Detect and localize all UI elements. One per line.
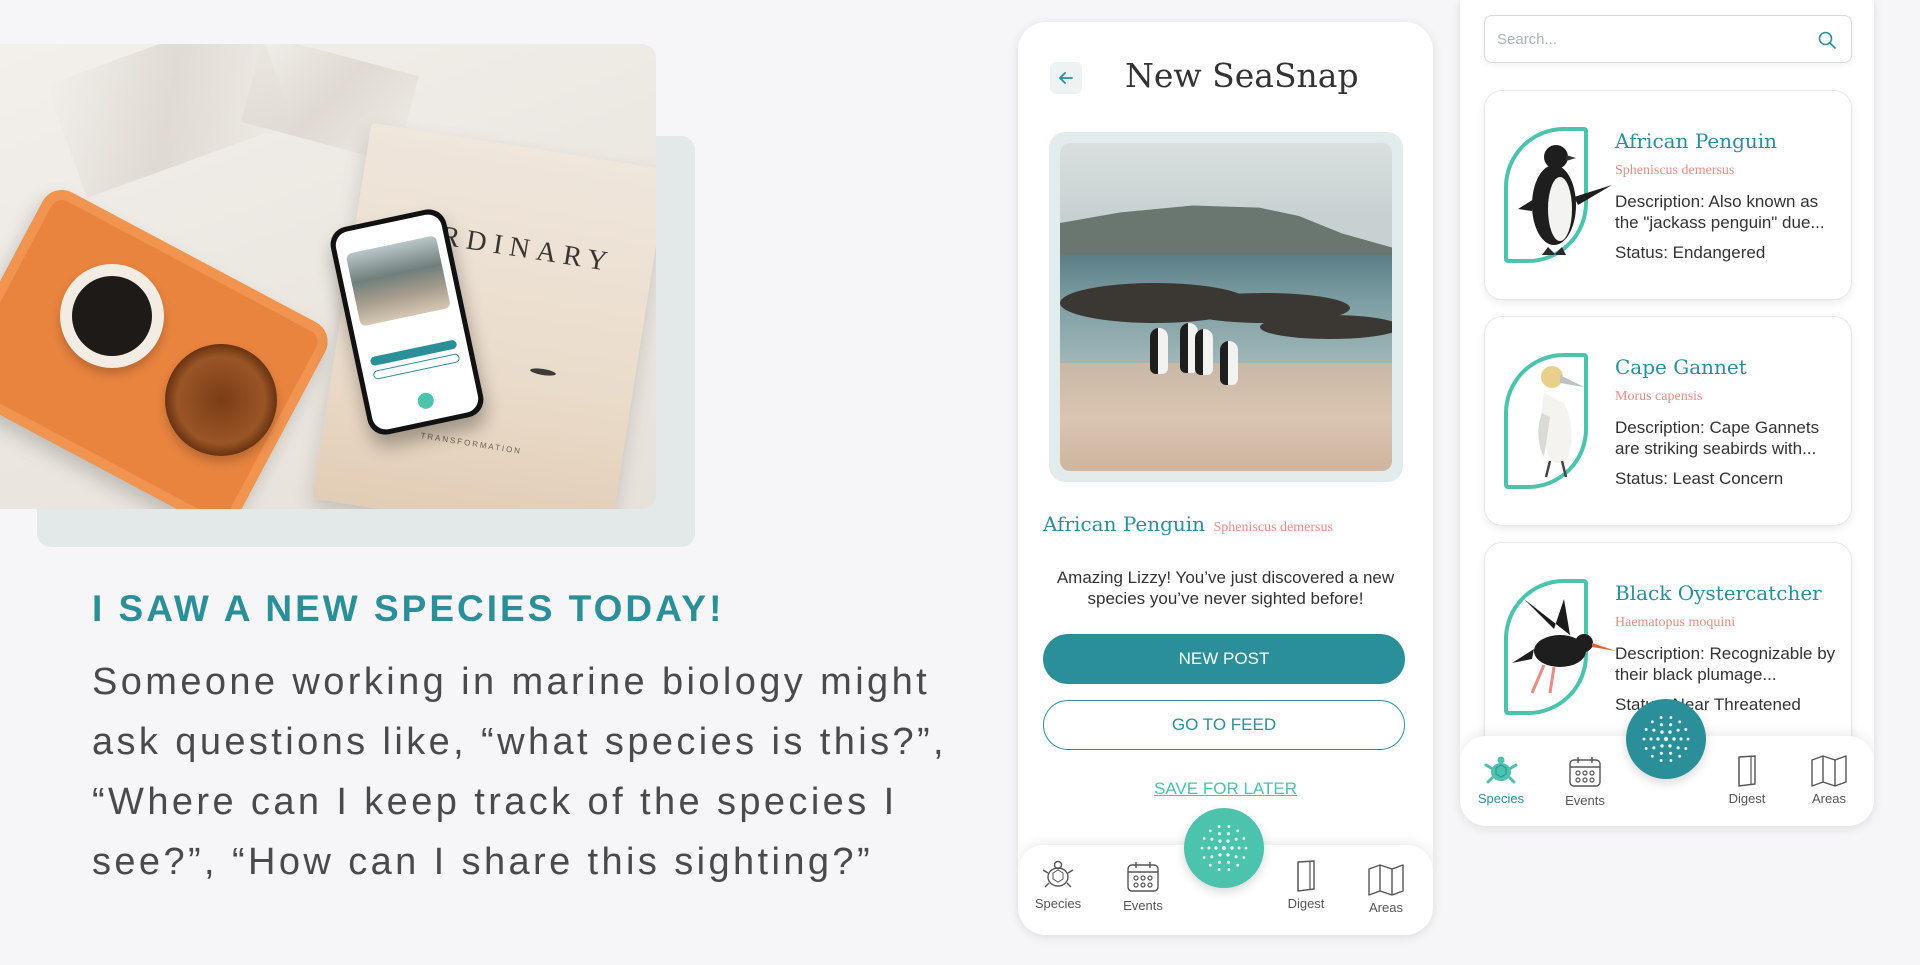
nav-species[interactable]: Species [1023, 859, 1093, 911]
species-image-frame [1504, 353, 1588, 489]
turtle-icon [1042, 860, 1074, 888]
species-card[interactable]: African Penguin Spheniscus demersus Desc… [1484, 90, 1852, 300]
map-icon [1368, 864, 1404, 896]
species-image-frame [1504, 127, 1612, 263]
lifestyle-photo: RDINARY TRANSFORMATION [0, 44, 656, 509]
phone-species-list-screen: Search... African Penguin Spheniscus dem… [1460, 0, 1874, 826]
go-to-feed-button[interactable]: GO TO FEED [1043, 700, 1405, 750]
nav-events[interactable]: Events [1550, 754, 1620, 808]
headline: I SAW A NEW SPECIES TODAY! [92, 588, 725, 629]
penguin-beach-photo [1060, 143, 1392, 471]
body-text: Someone working in marine biology might … [92, 661, 948, 883]
nav-digest-label: Digest [1287, 896, 1325, 911]
calendar-icon [1569, 757, 1601, 787]
page-title: New SeaSnap [1125, 56, 1359, 95]
card-species-name: Black Oystercatcher [1615, 581, 1822, 605]
sighting-photo-frame [1049, 132, 1403, 482]
search-input[interactable]: Search... [1497, 31, 1557, 48]
nav-species-label: Species [1034, 896, 1082, 911]
nav-digest[interactable]: Digest [1712, 754, 1782, 806]
search-bar[interactable]: Search... [1484, 15, 1852, 63]
black-oystercatcher-image [1512, 599, 1616, 694]
card-species-name: Cape Gannet [1615, 355, 1747, 379]
card-description: Description: Also known as the "jackass … [1615, 192, 1825, 232]
nav-events-label: Events [1565, 793, 1605, 808]
card-species-name: African Penguin [1615, 129, 1778, 153]
phone-new-seasnap-screen: New SeaSnap African Penguin Spheniscus d… [1018, 22, 1433, 935]
card-scientific-name: Spheniscus demersus [1615, 163, 1735, 178]
nav-species-label: Species [1477, 791, 1525, 806]
map-icon [1811, 755, 1847, 787]
card-status: Status: Endangered [1615, 243, 1766, 262]
species-name: African Penguin [1043, 512, 1206, 536]
save-for-later-link[interactable]: SAVE FOR LATER [1018, 779, 1433, 799]
species-image-frame [1504, 579, 1616, 715]
calendar-icon [1127, 862, 1159, 892]
card-description: Description: Recognizable by their black… [1615, 644, 1836, 684]
nav-digest-label: Digest [1728, 791, 1766, 806]
dots-burst-icon [1642, 716, 1690, 762]
back-button[interactable] [1050, 62, 1082, 94]
orange-tray [0, 182, 336, 509]
arrow-left-icon [1059, 72, 1073, 84]
nav-areas[interactable]: Areas [1794, 754, 1864, 806]
nav-events-label: Events [1123, 898, 1163, 913]
book-icon [1738, 755, 1756, 787]
card-status: Status: Least Concern [1615, 469, 1784, 488]
cape-gannet-image [1538, 366, 1584, 478]
search-icon[interactable] [1817, 30, 1837, 50]
species-identification: African Penguin Spheniscus demersus [1043, 512, 1333, 536]
presentation-slide: RDINARY TRANSFORMATION I SAW A NEW SPECI… [0, 0, 1920, 965]
dots-burst-icon [1200, 825, 1248, 871]
nav-events[interactable]: Events [1108, 859, 1178, 913]
card-scientific-name: Morus capensis [1615, 389, 1703, 404]
card-description: Description: Cape Gannets are striking s… [1615, 418, 1820, 458]
snap-camera-button[interactable] [1184, 808, 1264, 888]
nav-areas-label: Areas [1812, 791, 1846, 806]
card-scientific-name: Haematopus moquini [1615, 615, 1736, 630]
nav-species[interactable]: Species [1466, 754, 1536, 806]
species-card[interactable]: Cape Gannet Morus capensis Description: … [1484, 316, 1852, 526]
species-scientific-name: Spheniscus demersus [1213, 520, 1333, 535]
nav-areas-label: Areas [1369, 900, 1403, 915]
discovery-message: Amazing Lizzy! You’ve just discovered a … [1056, 568, 1395, 608]
coffee-cup [60, 264, 164, 368]
nav-digest[interactable]: Digest [1271, 859, 1341, 911]
african-penguin-image [1518, 145, 1612, 255]
nav-areas[interactable]: Areas [1351, 863, 1421, 915]
snap-camera-button[interactable] [1626, 699, 1706, 779]
new-post-button[interactable]: NEW POST [1043, 634, 1405, 684]
glass-cup [165, 344, 277, 456]
turtle-icon [1484, 756, 1518, 784]
book-icon [1297, 860, 1315, 892]
